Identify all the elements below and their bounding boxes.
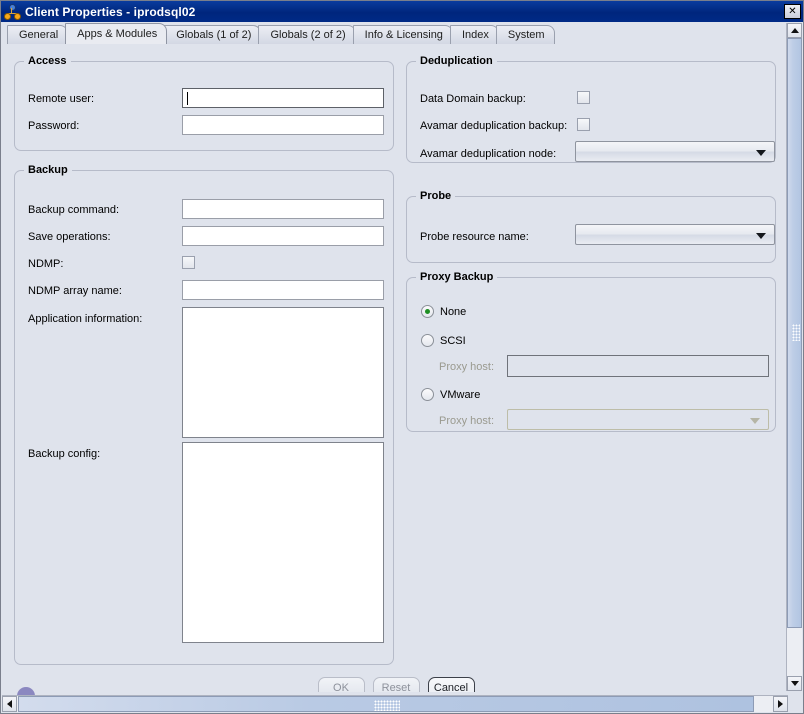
deduplication-group: Deduplication Data Domain backup: Avamar…	[406, 55, 776, 163]
backup-config-textarea[interactable]	[182, 442, 384, 643]
password-label: Password:	[28, 120, 80, 132]
radio-scsi-icon	[421, 334, 434, 347]
avamar-deduplication-backup-label: Avamar deduplication backup:	[420, 120, 568, 132]
reset-button[interactable]: Reset	[372, 677, 420, 692]
ndmp-array-name-label: NDMP array name:	[28, 285, 122, 297]
scrollbar-grip	[374, 700, 400, 711]
proxy-backup-radio-scsi-label: SCSI	[440, 334, 466, 347]
probe-group: Probe Probe resource name:	[406, 190, 776, 263]
proxy-backup-radio-vmware-label: VMware	[440, 388, 481, 401]
probe-resource-name-label: Probe resource name:	[420, 231, 529, 243]
avamar-deduplication-node-label: Avamar deduplication node:	[420, 148, 557, 160]
horizontal-scrollbar[interactable]	[2, 695, 788, 712]
scroll-right-button[interactable]	[773, 696, 788, 712]
backup-command-label: Backup command:	[28, 204, 120, 216]
window-titlebar: Client Properties - iprodsql02 ✕	[1, 1, 803, 22]
avamar-deduplication-node-dropdown[interactable]	[575, 141, 775, 162]
tab-strip: General Apps & Modules Globals (1 of 2) …	[1, 22, 803, 44]
probe-group-legend: Probe	[416, 190, 456, 202]
remote-user-label: Remote user:	[28, 93, 95, 105]
access-group: Access Remote user: Password:	[14, 55, 394, 151]
close-icon[interactable]: ✕	[784, 4, 801, 19]
ndmp-label: NDMP:	[28, 258, 64, 270]
proxy-backup-group: Proxy Backup None SCSI Proxy host: VMwar…	[406, 271, 776, 432]
dialog-button-row: OK Reset Cancel	[2, 677, 790, 692]
radio-none-icon	[421, 305, 434, 318]
backup-command-input[interactable]	[182, 199, 384, 219]
application-information-textarea[interactable]	[182, 307, 384, 438]
save-operations-label: Save operations:	[28, 231, 111, 243]
vmware-proxy-host-dropdown[interactable]	[507, 409, 769, 430]
application-information-label: Application information:	[28, 313, 143, 325]
vertical-scrollbar-thumb[interactable]	[787, 38, 802, 628]
client-properties-window: Client Properties - iprodsql02 ✕ General…	[0, 0, 804, 714]
deduplication-group-legend: Deduplication	[416, 55, 497, 67]
backup-config-label: Backup config:	[28, 448, 101, 460]
access-group-legend: Access	[24, 55, 71, 67]
scroll-left-button[interactable]	[2, 696, 17, 712]
data-domain-backup-checkbox[interactable]	[577, 91, 590, 104]
tab-index[interactable]: Index	[449, 25, 499, 44]
tab-content-panel: Access Remote user: Password: Backup Bac…	[2, 44, 790, 692]
chevron-down-icon	[790, 681, 799, 686]
chevron-right-icon	[778, 700, 783, 708]
tab-apps-and-modules[interactable]: Apps & Modules	[65, 23, 168, 44]
text-caret	[187, 92, 188, 105]
scroll-down-button[interactable]	[787, 676, 802, 691]
backup-group: Backup Backup command: Save operations: …	[14, 164, 394, 665]
scroll-up-button[interactable]	[787, 23, 802, 38]
chevron-down-icon	[750, 417, 760, 424]
scsi-proxy-host-label: Proxy host:	[439, 361, 495, 373]
radio-vmware-icon	[421, 388, 434, 401]
network-node-icon	[4, 3, 21, 20]
tab-general[interactable]: General	[7, 25, 69, 44]
tab-globals-1-of-2[interactable]: Globals (1 of 2)	[164, 25, 262, 44]
vertical-scrollbar[interactable]	[786, 23, 802, 691]
avamar-deduplication-backup-checkbox[interactable]	[577, 118, 590, 131]
password-input[interactable]	[182, 115, 384, 135]
remote-user-input[interactable]	[182, 88, 384, 108]
vmware-proxy-host-label: Proxy host:	[439, 415, 495, 427]
chevron-down-icon	[756, 232, 766, 239]
proxy-backup-radio-none[interactable]: None	[421, 305, 466, 318]
horizontal-scrollbar-thumb[interactable]	[18, 696, 754, 712]
save-operations-input[interactable]	[182, 226, 384, 246]
proxy-backup-radio-scsi[interactable]: SCSI	[421, 334, 466, 347]
chevron-down-icon	[756, 149, 766, 156]
probe-resource-name-dropdown[interactable]	[575, 224, 775, 245]
chevron-up-icon	[790, 28, 799, 33]
data-domain-backup-label: Data Domain backup:	[420, 93, 526, 105]
tab-globals-2-of-2[interactable]: Globals (2 of 2)	[258, 25, 356, 44]
ndmp-checkbox[interactable]	[182, 256, 195, 269]
proxy-backup-group-legend: Proxy Backup	[416, 271, 498, 283]
backup-group-legend: Backup	[24, 164, 72, 176]
window-title: Client Properties - iprodsql02	[25, 4, 196, 19]
scsi-proxy-host-input[interactable]	[507, 355, 769, 377]
ok-button[interactable]: OK	[317, 677, 365, 692]
scrollbar-grip	[792, 324, 800, 341]
tab-info-and-licensing[interactable]: Info & Licensing	[352, 25, 453, 44]
proxy-backup-radio-none-label: None	[440, 305, 467, 318]
proxy-backup-radio-vmware[interactable]: VMware	[421, 388, 480, 401]
chevron-left-icon	[7, 700, 12, 708]
ndmp-array-name-input[interactable]	[182, 280, 384, 300]
tab-system[interactable]: System	[495, 25, 555, 44]
cancel-button[interactable]: Cancel	[427, 677, 475, 692]
